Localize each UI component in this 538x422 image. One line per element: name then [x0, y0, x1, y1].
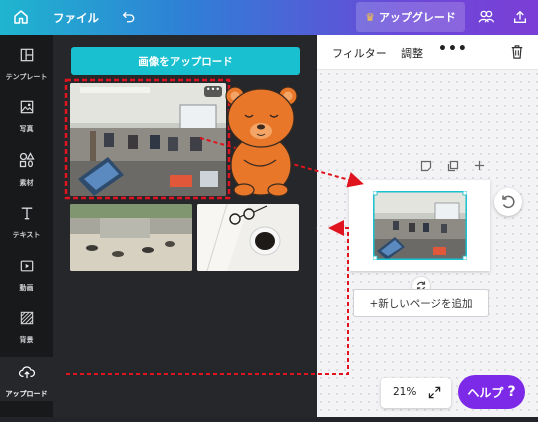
refresh-button[interactable] — [494, 188, 522, 216]
adjust-button[interactable]: 調整 — [401, 45, 423, 61]
filter-button[interactable]: フィルター — [332, 45, 387, 61]
sidebar-item-elements[interactable]: 素材 — [0, 152, 53, 189]
video-icon — [20, 260, 33, 272]
home-icon[interactable] — [12, 8, 30, 26]
sidebar-item-label: 写真 — [19, 125, 34, 133]
cats-photo — [70, 204, 192, 271]
sidebar-item-videos[interactable]: 動画 — [0, 259, 53, 294]
upload-thumbnail-classroom[interactable]: ••• — [70, 83, 226, 196]
sidebar-item-backgrounds[interactable]: 背景 — [0, 311, 53, 346]
people-icon[interactable] — [476, 8, 496, 26]
zoom-level[interactable]: 21% — [393, 386, 416, 398]
upload-thumbnail-coffee[interactable] — [197, 204, 299, 271]
help-label: ヘルプ — [467, 385, 504, 400]
note-icon[interactable] — [420, 160, 432, 172]
zoom-control[interactable]: 21% — [381, 378, 451, 408]
editor-toolbar: フィルター 調整 ••• — [317, 35, 538, 70]
refresh-icon — [502, 195, 515, 209]
photo-icon — [20, 100, 33, 114]
sidebar-item-label: テンプレート — [5, 73, 48, 81]
sidebar-item-photos[interactable]: 写真 — [0, 100, 53, 135]
crown-icon: ♛ — [365, 10, 375, 24]
sidebar-item-label: アップロード — [5, 390, 48, 398]
placed-classroom-photo[interactable] — [373, 191, 467, 260]
share-icon[interactable] — [512, 8, 528, 26]
left-sidebar: テンプレート 写真 素材 テキスト 動画 背景 アップロード — [0, 35, 53, 422]
upgrade-label: アップグレード — [378, 11, 456, 24]
upload-image-button[interactable]: 画像をアップロード — [71, 47, 300, 75]
thumbnail-more-button[interactable]: ••• — [204, 86, 222, 97]
file-menu[interactable]: ファイル — [53, 10, 99, 26]
trash-icon[interactable] — [510, 44, 524, 60]
question-icon: ? — [507, 384, 516, 400]
sidebar-item-uploads[interactable]: アップロード — [0, 357, 53, 401]
duplicate-page-icon[interactable] — [447, 160, 459, 172]
upload-thumbnail-cats[interactable] — [70, 204, 192, 271]
sidebar-item-label: テキスト — [12, 231, 41, 239]
sidebar-item-text[interactable]: テキスト — [0, 206, 53, 241]
shapes-icon — [19, 152, 35, 168]
classroom-photo — [70, 83, 226, 196]
sidebar-item-templates[interactable]: テンプレート — [0, 48, 53, 83]
sidebar-item-label: 背景 — [19, 336, 34, 344]
add-new-page-button[interactable]: +新しいページを追加 — [353, 289, 489, 317]
add-page-icon[interactable] — [474, 160, 485, 171]
layout-icon — [20, 48, 33, 62]
help-button[interactable]: ヘルプ ? — [458, 375, 525, 409]
sidebar-item-label: 動画 — [19, 284, 34, 292]
taskbar-edge — [0, 417, 538, 422]
text-icon — [21, 207, 32, 220]
more-options-button[interactable]: ••• — [438, 41, 468, 57]
cloud-upload-icon — [18, 366, 35, 379]
design-page[interactable] — [349, 180, 490, 271]
top-bar: ファイル ♛ アップグレード — [0, 0, 538, 35]
pattern-icon — [20, 311, 33, 325]
undo-icon[interactable] — [121, 9, 137, 25]
upgrade-button[interactable]: ♛ アップグレード — [356, 2, 465, 32]
sidebar-item-label: 素材 — [19, 179, 34, 187]
coffee-photo — [197, 204, 299, 271]
expand-icon[interactable] — [428, 386, 441, 399]
